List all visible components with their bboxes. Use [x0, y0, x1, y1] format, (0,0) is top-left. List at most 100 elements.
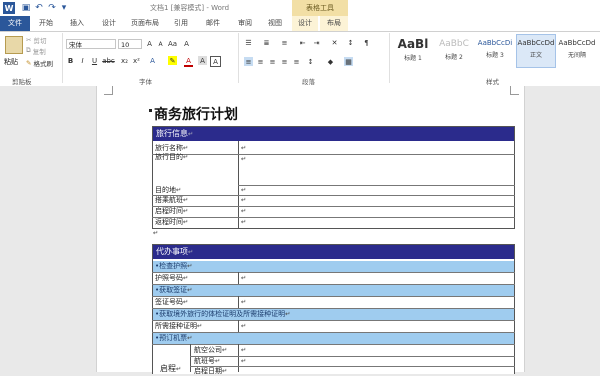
tab-design[interactable]: 设计	[96, 16, 122, 31]
style-heading-2[interactable]: AaBbC 标题 2	[434, 34, 474, 68]
travel-info-label[interactable]: 目的地↵	[155, 186, 181, 195]
bullets-icon[interactable]: ☰	[244, 38, 253, 47]
save-icon[interactable]: ▣	[20, 2, 32, 14]
change-case-icon[interactable]: Aa	[168, 39, 177, 48]
document-heading[interactable]: 商务旅行计划	[154, 104, 238, 124]
agenda-section-row[interactable]: •预订机票↵	[153, 333, 514, 344]
align-center-icon[interactable]: ≡	[256, 57, 265, 66]
row-divider	[152, 332, 515, 333]
travel-info-label[interactable]: 返程时间↵	[155, 218, 188, 227]
char-border-icon[interactable]: A	[210, 56, 221, 67]
align-left-icon[interactable]: ≡	[244, 57, 253, 66]
show-marks-icon[interactable]: ¶	[362, 38, 371, 47]
agenda-header: 代办事项↵	[153, 245, 514, 259]
travel-info-table	[152, 126, 515, 229]
cell-end-mark[interactable]: ↵	[241, 144, 246, 152]
grow-font-icon[interactable]: A	[145, 39, 154, 48]
font-size-combo[interactable]: 10	[118, 39, 142, 49]
format-painter-button[interactable]: ✎ 格式刷	[26, 58, 53, 68]
travel-info-label[interactable]: 启程时间↵	[155, 207, 188, 216]
style-heading-1[interactable]: AaBl 标题 1	[393, 34, 433, 68]
clear-format-icon[interactable]: A	[182, 39, 191, 48]
agenda-field-label[interactable]: 护照号码↵	[155, 274, 188, 283]
decrease-indent-icon[interactable]: ⇤	[298, 38, 307, 47]
tab-insert[interactable]: 插入	[64, 16, 90, 31]
increase-indent-icon[interactable]: ⇥	[312, 38, 321, 47]
cut-button[interactable]: ✂ 剪切	[26, 35, 47, 45]
align-right-icon[interactable]: ≡	[268, 57, 277, 66]
text-effects-icon[interactable]: A	[148, 56, 157, 65]
tab-mailings[interactable]: 邮件	[200, 16, 226, 31]
flight-field-label[interactable]: 航班号↵	[194, 357, 220, 366]
multilevel-list-icon[interactable]: ≡	[280, 38, 289, 47]
label-text: 签证号码	[155, 298, 183, 306]
tab-table-design[interactable]: 设计	[292, 16, 318, 31]
agenda-section-row[interactable]: •检查护照↵	[153, 261, 514, 272]
cell-end-mark[interactable]: ↵	[241, 298, 246, 306]
section-text: 获取境外旅行的体检证明及所需接种证明	[159, 310, 286, 318]
agenda-field-label[interactable]: 签证号码↵	[155, 298, 188, 307]
paste-button[interactable]: 粘贴	[4, 57, 18, 67]
tab-references[interactable]: 引用	[168, 16, 194, 31]
tab-home[interactable]: 开始	[34, 16, 58, 31]
italic-icon[interactable]: I	[78, 56, 87, 65]
style-name: 标题 2	[445, 54, 463, 61]
strikethrough-icon[interactable]: abc	[102, 56, 115, 65]
table-tools-group-label: 表格工具	[292, 0, 348, 16]
cell-end-mark[interactable]: ↵	[241, 207, 246, 215]
font-name-combo[interactable]: 宋体	[66, 39, 116, 49]
agenda-section-row[interactable]: •获取签证↵	[153, 285, 514, 296]
cell-end-mark[interactable]: ↵	[241, 196, 246, 204]
agenda-section-row[interactable]: •获取境外旅行的体检证明及所需接种证明↵	[153, 309, 514, 320]
style-no-spacing[interactable]: AaBbCcDd 无间隔	[557, 34, 597, 68]
cell-end-mark[interactable]: ↵	[241, 186, 246, 194]
cell-end-mark[interactable]: ↵	[241, 274, 246, 282]
redo-icon[interactable]: ↷	[46, 2, 58, 14]
line-spacing-icon[interactable]: ↕	[306, 57, 315, 66]
divider	[62, 33, 63, 83]
tab-file[interactable]: 文件	[0, 16, 30, 31]
underline-icon[interactable]: U	[90, 56, 99, 65]
column-divider	[238, 344, 239, 372]
tab-page-layout[interactable]: 页面布局	[128, 16, 162, 31]
customize-quick-access-icon[interactable]: ▾	[58, 2, 70, 14]
margin-marker	[104, 94, 113, 95]
char-shading-icon[interactable]: A	[198, 56, 207, 65]
cell-end-mark[interactable]: ↵	[241, 322, 246, 330]
superscript-icon[interactable]: x²	[132, 56, 141, 65]
chinese-layout-icon[interactable]: ✕	[330, 38, 339, 47]
distributed-icon[interactable]: ≡	[292, 57, 301, 66]
style-heading-3[interactable]: AaBbCcDi 标题 3	[475, 34, 515, 68]
borders-icon[interactable]: ▦	[344, 57, 353, 66]
undo-icon[interactable]: ↶	[33, 2, 45, 14]
travel-info-label[interactable]: 旅行名称↵	[155, 144, 188, 153]
bold-icon[interactable]: B	[66, 56, 75, 65]
agenda-field-label[interactable]: 所需接种证明↵	[155, 322, 202, 331]
travel-info-label[interactable]: 搭乘航班↵	[155, 196, 188, 205]
shading-icon[interactable]: ◆	[326, 57, 335, 66]
column-divider	[238, 296, 239, 308]
tab-view[interactable]: 视图	[262, 16, 288, 31]
cell-end-mark[interactable]: ↵	[241, 155, 246, 163]
row-divider	[190, 356, 515, 357]
flight-field-label[interactable]: 航空公司↵	[194, 346, 227, 355]
tab-review[interactable]: 审阅	[232, 16, 258, 31]
numbering-icon[interactable]: ≣	[262, 38, 271, 47]
travel-info-label[interactable]: 旅行目的↵	[155, 153, 188, 162]
cell-end-mark[interactable]: ↵	[241, 218, 246, 226]
justify-icon[interactable]: ≡	[280, 57, 289, 66]
shrink-font-icon[interactable]: A	[156, 40, 165, 49]
row-divider	[152, 195, 515, 196]
style-normal[interactable]: AaBbCcDd 正文	[516, 34, 556, 68]
font-color-icon[interactable]: A	[184, 56, 193, 67]
flight-group-label[interactable]: 启程↵	[160, 364, 181, 374]
cell-end-mark[interactable]: ↵	[241, 357, 246, 365]
subscript-icon[interactable]: x₂	[120, 56, 129, 65]
copy-button[interactable]: ⧉ 复制	[26, 46, 46, 56]
paste-icon[interactable]	[5, 36, 23, 54]
highlight-icon[interactable]: ✎	[168, 56, 177, 65]
style-preview: AaBbCcDi	[477, 39, 513, 47]
cell-end-mark[interactable]: ↵	[241, 346, 246, 354]
sort-icon[interactable]: ↕	[346, 38, 355, 47]
tab-table-layout[interactable]: 布局	[320, 16, 348, 31]
